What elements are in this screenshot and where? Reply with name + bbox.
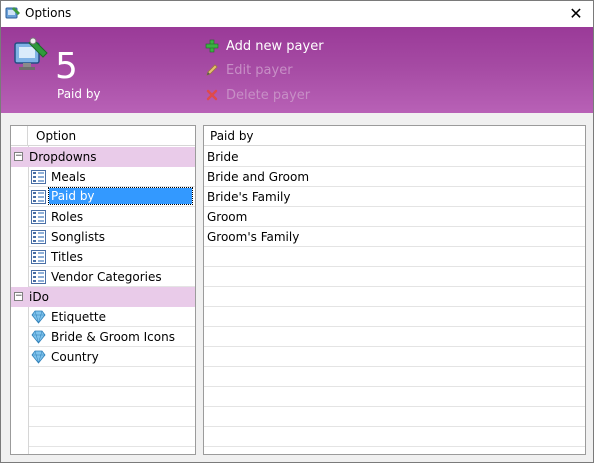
option-label: Country [51,350,99,364]
grid-row[interactable]: Bride [204,147,585,167]
option-label: Roles [51,210,84,224]
grid-row[interactable]: Groom [204,207,585,227]
empty-row [29,387,195,407]
add-payer-button[interactable]: Add new payer [205,37,324,55]
collapse-icon[interactable]: − [14,292,23,301]
option-item-vendor-categories[interactable]: Vendor Categories [29,267,195,287]
group-label: Dropdowns [29,150,97,164]
edit-payer-label: Edit payer [226,62,293,78]
title-bar[interactable]: Options ✕ [1,1,593,27]
app-icon [5,7,20,19]
empty-grid-row [204,407,585,427]
option-label: Bride & Groom Icons [51,330,175,344]
empty-row [29,427,195,447]
grid-column-header[interactable]: Paid by [210,129,254,143]
plus-icon [205,39,219,53]
window-title: Options [25,6,72,20]
empty-grid-row [204,267,585,287]
count-label: Paid by [57,87,101,101]
options-window: Options ✕ 5 Paid by Add new payer Edit p… [0,0,594,463]
option-label: Etiquette [51,310,107,324]
option-item-titles[interactable]: Titles [29,247,195,267]
list-icon [31,230,46,244]
option-item-songlists[interactable]: Songlists [29,227,195,247]
payer-grid[interactable]: Paid by Bride Bride and Groom Bride's Fa… [203,125,586,455]
grid-cell: Bride's Family [207,190,291,204]
option-item-bride-groom-icons[interactable]: Bride & Groom Icons [29,327,195,347]
empty-grid-row [204,387,585,407]
diamond-icon [31,330,46,344]
option-label: Paid by [48,187,193,205]
group-dropdowns[interactable]: − Dropdowns [11,147,195,167]
collapse-icon[interactable]: − [14,152,23,161]
grid-row[interactable]: Groom's Family [204,227,585,247]
delete-payer-label: Delete payer [226,87,311,103]
edit-payer-button[interactable]: Edit payer [205,61,293,79]
empty-grid-row [204,367,585,387]
settings-app-icon [14,37,48,70]
close-button[interactable]: ✕ [559,1,593,27]
close-icon: ✕ [569,4,583,23]
option-label: Meals [51,170,86,184]
list-icon [31,250,46,264]
delete-x-icon [206,89,218,101]
grid-cell: Bride and Groom [207,170,310,184]
header-banner: 5 Paid by Add new payer Edit payer Delet… [1,27,593,113]
list-icon [31,190,46,204]
option-label: Songlists [51,230,106,244]
pencil-icon [206,64,218,76]
empty-grid-row [204,307,585,327]
empty-grid-row [204,347,585,367]
options-list-header: Option [11,126,195,146]
option-label: Vendor Categories [51,270,162,284]
option-item-paid-by[interactable]: Paid by [29,187,195,207]
list-icon [31,210,46,224]
header-gutter [11,126,28,146]
empty-grid-row [204,327,585,347]
option-item-country[interactable]: Country [29,347,195,367]
option-item-roles[interactable]: Roles [29,207,195,227]
item-count: 5 [55,46,78,87]
grid-cell: Groom [207,210,248,224]
grid-cell: Bride [207,150,239,164]
empty-row [29,367,195,387]
diamond-icon [31,350,46,364]
list-icon [31,170,46,184]
group-ido[interactable]: − iDo [11,287,195,307]
diamond-icon [31,310,46,324]
option-label: Titles [51,250,83,264]
empty-grid-row [204,247,585,267]
grid-cell: Groom's Family [207,230,300,244]
empty-grid-row [204,427,585,447]
grid-row[interactable]: Bride's Family [204,187,585,207]
options-list[interactable]: Option − Dropdowns Meals Paid by Roles S… [10,125,196,455]
option-item-meals[interactable]: Meals [29,167,195,187]
options-column-header: Option [36,129,77,143]
grid-header: Paid by [204,126,585,146]
delete-payer-button[interactable]: Delete payer [205,86,310,104]
option-item-etiquette[interactable]: Etiquette [29,307,195,327]
group-label: iDo [29,290,49,304]
add-payer-label: Add new payer [226,38,324,54]
grid-row[interactable]: Bride and Groom [204,167,585,187]
list-icon [31,270,46,284]
empty-grid-row [204,287,585,307]
empty-row [29,407,195,427]
